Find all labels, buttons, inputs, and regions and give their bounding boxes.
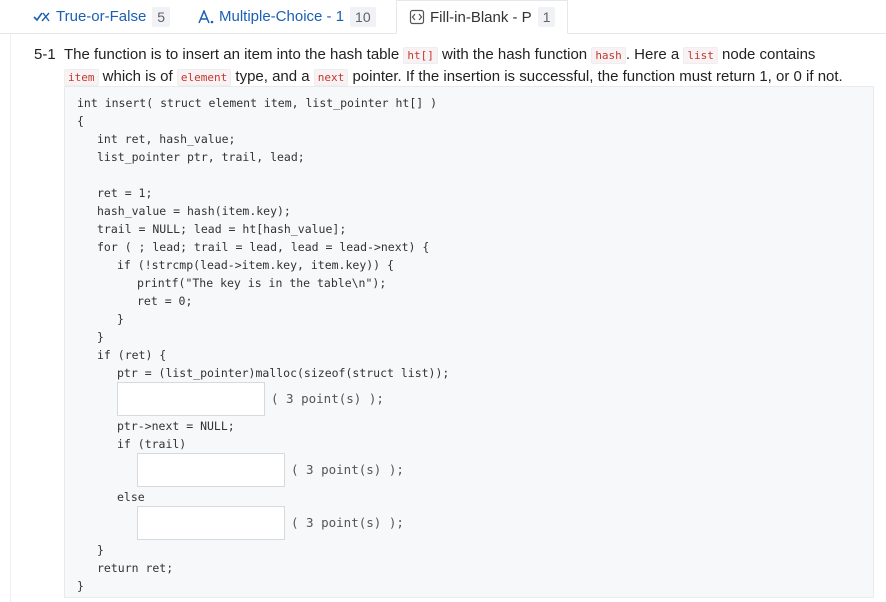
question-text-part: The function is to insert an item into t… [64,46,404,63]
points-label: ( 3 point(s) ); [291,515,404,530]
tab-count-badge: 5 [152,6,171,27]
code-blank-icon [409,9,425,25]
tab-label: Fill-in-Blank - P [430,8,532,26]
inline-code: element [176,69,232,86]
blank-input-2[interactable] [137,453,285,487]
question-number: 5-1 [34,46,56,63]
code-line: { [77,114,84,128]
divider [10,34,11,602]
question-text-part: . Here a [625,46,684,63]
code-line: } [97,330,104,344]
code-line: } [97,543,104,557]
blank-input-3[interactable] [137,506,285,540]
tab-count-badge: 10 [350,6,376,27]
inline-code: item [64,69,99,86]
question-text: 5-1 The function is to insert an item in… [34,44,874,88]
question-type-tabs: True-or-False 5 Multiple-Choice - 1 10 F… [0,0,886,34]
code-line: ptr = (list_pointer)malloc(sizeof(struct… [117,366,450,380]
code-line: for ( ; lead; trail = lead, lead = lead-… [97,240,430,254]
code-line: ptr->next = NULL; [117,419,235,433]
code-line: if (!strcmp(lead->item.key, item.key)) { [117,258,394,272]
code-line: hash_value = hash(item.key); [97,204,291,218]
question-text-part: type, and a [231,68,314,85]
inline-code: hash [591,47,626,64]
code-line: int insert( struct element item, list_po… [77,96,438,110]
tab-label: Multiple-Choice - 1 [219,8,345,25]
code-line: } [117,312,124,326]
question-text-part: which is of [98,68,177,85]
question-text-part: pointer. If the insertion is successful,… [348,68,843,85]
code-block: int insert( struct element item, list_po… [64,86,874,598]
question-text-part: with the hash function [437,46,592,63]
tab-multiple-choice[interactable]: Multiple-Choice - 1 10 [198,0,376,33]
code-line: list_pointer ptr, trail, lead; [97,150,305,164]
code-line: trail = NULL; lead = ht[hash_value]; [97,222,347,236]
code-line: ret = 1; [97,186,153,200]
inline-code: ht[] [403,47,438,64]
inline-code: list [683,47,718,64]
tab-label: True-or-False [56,8,147,25]
code-line: printf("The key is in the table\n"); [137,276,387,290]
code-line: else [117,490,145,504]
blank-input-1[interactable] [117,382,265,416]
question-text-part: node contains [717,46,816,63]
inline-code: next [313,69,349,86]
code-line: return ret; [97,561,174,575]
true-false-icon [33,10,51,24]
code-line: } [77,579,84,593]
choice-icon [198,9,214,24]
code-line: if (ret) { [97,348,167,362]
tab-fill-in-blank[interactable]: Fill-in-Blank - P 1 [396,0,569,34]
code-line: if (trail) [117,437,187,451]
code-line: ret = 0; [137,294,193,308]
code-line: int ret, hash_value; [97,132,236,146]
points-label: ( 3 point(s) ); [291,462,404,477]
tab-count-badge: 1 [537,7,556,27]
tab-true-or-false[interactable]: True-or-False 5 [33,0,171,33]
points-label: ( 3 point(s) ); [271,391,384,406]
